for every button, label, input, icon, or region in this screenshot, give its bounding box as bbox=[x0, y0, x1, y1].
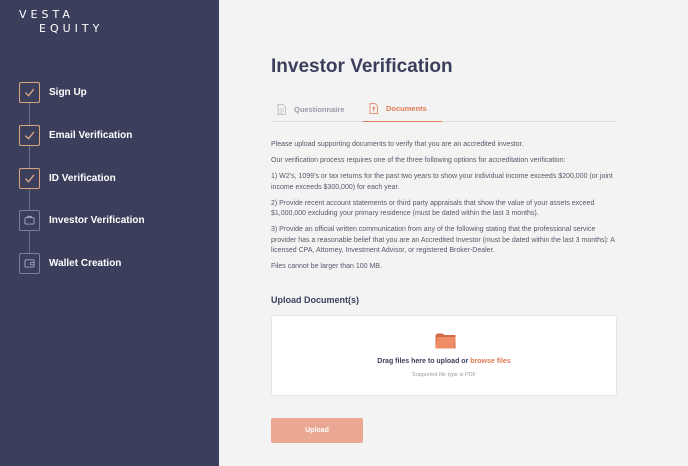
document-icon bbox=[277, 103, 286, 115]
step-box bbox=[19, 124, 40, 146]
upload-heading: Upload Document(s) bbox=[271, 295, 360, 305]
sidebar: VESTA EQUITY Sign Up Email Verification … bbox=[0, 0, 219, 466]
check-icon bbox=[25, 174, 35, 182]
step-label: ID Verification bbox=[49, 172, 116, 184]
wallet-icon bbox=[24, 259, 35, 268]
step-sign-up: Sign Up bbox=[19, 81, 87, 103]
step-box bbox=[19, 81, 40, 103]
intro-text: Please upload supporting documents to ve… bbox=[271, 141, 524, 148]
tab-label: Questionnaire bbox=[294, 104, 345, 114]
upload-document-icon bbox=[369, 103, 378, 114]
check-icon bbox=[25, 88, 35, 96]
page-title: Investor Verification bbox=[271, 56, 453, 77]
supported-file-type: Supported file type is PDF bbox=[412, 372, 476, 378]
options-intro-text: Our verification process requires one of… bbox=[271, 157, 566, 164]
option-2-text: 2) Provide recent account statements or … bbox=[271, 199, 595, 218]
step-label: Sign Up bbox=[49, 86, 87, 98]
step-box bbox=[19, 209, 40, 231]
instructions: Please upload supporting documents to ve… bbox=[271, 140, 621, 278]
step-wallet-creation: Wallet Creation bbox=[19, 252, 121, 274]
step-investor-verification: Investor Verification bbox=[19, 209, 145, 231]
drop-instructions: Drag files here to upload or browse file… bbox=[272, 358, 616, 365]
folder-icon bbox=[435, 333, 456, 354]
step-label: Wallet Creation bbox=[49, 257, 122, 269]
step-label: Investor Verification bbox=[49, 214, 145, 226]
file-dropzone[interactable]: Drag files here to upload or browse file… bbox=[271, 315, 617, 396]
drop-text: Drag files here to upload or bbox=[377, 358, 469, 365]
tab-documents[interactable]: Documents bbox=[363, 96, 442, 122]
step-id-verification: ID Verification bbox=[19, 167, 116, 189]
option-3-text: 3) Provide an official written communica… bbox=[271, 226, 615, 254]
file-limit-text: Files cannot be larger than 100 MB. bbox=[271, 263, 382, 270]
check-icon bbox=[25, 131, 35, 139]
option-1-text: 1) W2’s, 1099’s or tax returns for the p… bbox=[271, 173, 613, 191]
upload-button[interactable]: Upload bbox=[271, 418, 363, 443]
main-content: Investor Verification Questionnaire Docu… bbox=[219, 0, 688, 466]
step-email-verification: Email Verification bbox=[19, 124, 132, 146]
tab-label: Documents bbox=[386, 104, 427, 113]
logo: VESTA EQUITY bbox=[19, 8, 103, 36]
step-box bbox=[19, 252, 40, 274]
step-label: Email Verification bbox=[49, 129, 133, 141]
browse-files-link[interactable]: browse files bbox=[470, 358, 510, 365]
logo-line-2: EQUITY bbox=[39, 22, 104, 35]
logo-line-1: VESTA bbox=[19, 8, 74, 21]
tab-questionnaire[interactable]: Questionnaire bbox=[277, 96, 357, 122]
briefcase-icon bbox=[24, 215, 35, 225]
step-box bbox=[19, 167, 40, 189]
tab-bar: Questionnaire Documents bbox=[271, 96, 616, 122]
